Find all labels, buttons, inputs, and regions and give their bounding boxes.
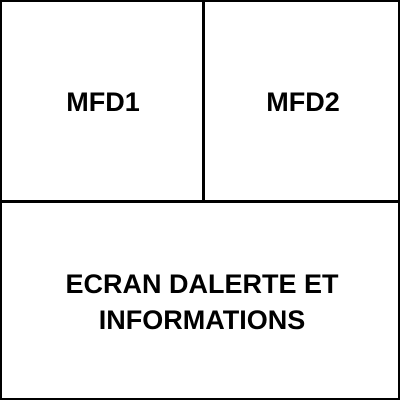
vertical-divider <box>202 2 205 202</box>
alert-information-panel: ECRAN DALERTE ET INFORMATIONS <box>4 204 400 400</box>
mfd2-label: MFD2 <box>266 87 340 117</box>
mfd1-panel: MFD1 <box>4 4 202 200</box>
mfd2-panel: MFD2 <box>206 4 400 200</box>
horizontal-divider <box>2 200 400 203</box>
mfd1-label: MFD1 <box>66 87 140 117</box>
display-layout-frame: MFD1 MFD2 ECRAN DALERTE ET INFORMATIONS <box>0 0 400 400</box>
alert-information-label: ECRAN DALERTE ET INFORMATIONS <box>65 269 339 335</box>
